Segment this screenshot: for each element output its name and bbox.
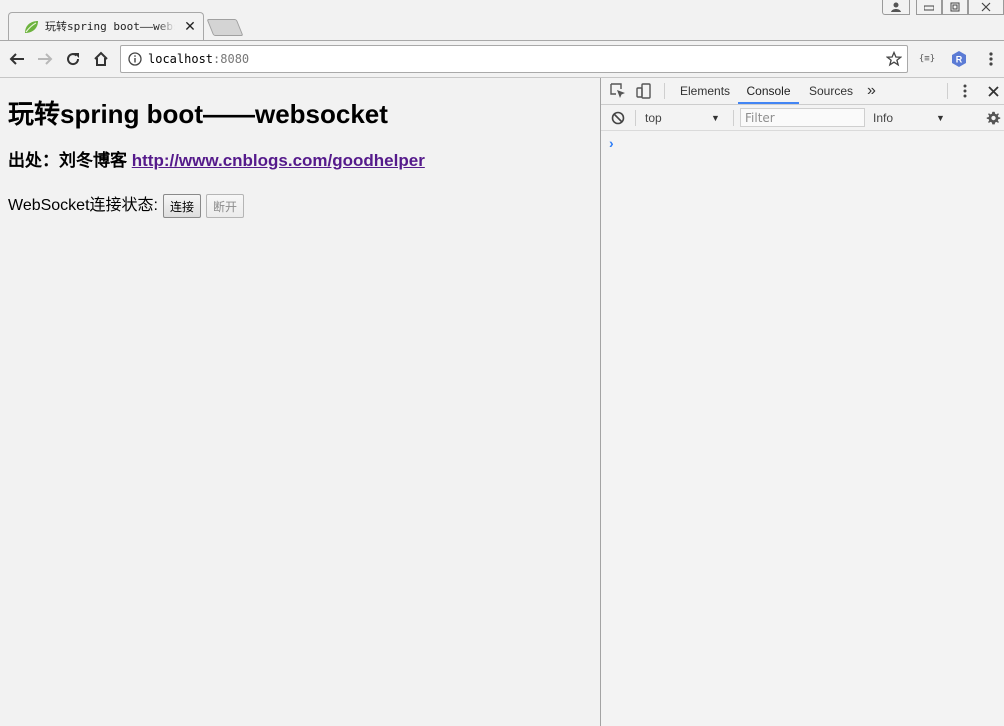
console-settings-gear-icon[interactable] <box>984 109 1002 127</box>
console-prompt-icon[interactable]: › <box>609 135 614 151</box>
browser-toolbar: localhost:8080 {≡} R <box>0 41 1004 77</box>
url-host: localhost <box>148 52 214 66</box>
back-arrow-icon[interactable] <box>7 49 27 69</box>
tab-console[interactable]: Console <box>738 78 799 104</box>
chevron-down-icon: ▼ <box>936 113 945 123</box>
more-vertical-icon[interactable] <box>981 49 1001 69</box>
page-title: 玩转spring boot——websocket <box>8 99 388 129</box>
devtools-separator <box>733 110 734 126</box>
chevron-down-icon: ▼ <box>711 113 720 123</box>
devtools-separator <box>947 83 948 99</box>
devtools-separator <box>635 110 636 126</box>
page-viewport: 玩转spring boot——websocket 出处：刘冬博客 http://… <box>0 78 600 726</box>
disconnect-button[interactable]: 断开 <box>206 194 245 218</box>
websocket-status-label: WebSocket连接状态: <box>8 197 158 214</box>
inspect-element-icon[interactable] <box>609 82 627 100</box>
close-icon[interactable] <box>968 0 1004 15</box>
r-extension-icon[interactable]: R <box>949 49 969 69</box>
reload-icon[interactable] <box>63 49 83 69</box>
json-formatter-icon[interactable]: {≡} <box>916 49 938 69</box>
devtools-panel: Elements Console Sources » top ▼ Info ▼ <box>600 78 1004 726</box>
url-text[interactable]: localhost:8080 <box>148 46 249 72</box>
context-select[interactable]: top ▼ <box>645 109 725 127</box>
spring-leaf-icon <box>25 21 38 33</box>
devtools-menu-icon[interactable] <box>956 82 974 100</box>
tab-elements[interactable]: Elements <box>680 78 730 104</box>
clear-console-icon[interactable] <box>609 109 627 127</box>
device-toolbar-icon[interactable] <box>635 82 653 100</box>
new-tab-button[interactable] <box>206 19 244 36</box>
log-level-select[interactable]: Info ▼ <box>873 109 951 127</box>
info-icon[interactable] <box>128 52 142 66</box>
websocket-status-row: WebSocket连接状态: 连接 断开 <box>8 193 245 219</box>
console-output[interactable]: › <box>601 131 1004 726</box>
url-port: :8080 <box>213 52 250 66</box>
forward-arrow-icon[interactable] <box>35 49 55 69</box>
bookmark-star-icon[interactable] <box>886 51 902 67</box>
source-label: 出处：刘冬博客 <box>8 151 132 170</box>
connect-button[interactable]: 连接 <box>162 194 201 218</box>
source-link[interactable]: http://www.cnblogs.com/goodhelper <box>132 151 425 170</box>
console-filter-input[interactable] <box>740 108 865 127</box>
devtools-tabbar: Elements Console Sources » <box>601 78 1004 105</box>
log-level-value: Info <box>873 111 894 125</box>
address-bar[interactable]: localhost:8080 <box>120 45 908 73</box>
devtools-separator <box>664 83 665 99</box>
minimize-icon[interactable] <box>916 0 942 15</box>
console-toolbar: top ▼ Info ▼ <box>601 105 1004 131</box>
tab-close-icon[interactable]: ✕ <box>183 18 197 34</box>
user-profile-icon[interactable] <box>882 0 910 15</box>
title-bar: 玩转spring boot——websocket ✕ <box>0 0 1004 41</box>
r-extension-label: R <box>956 55 963 65</box>
devtools-close-icon[interactable] <box>984 82 1002 100</box>
home-icon[interactable] <box>91 49 111 69</box>
maximize-icon[interactable] <box>942 0 968 15</box>
source-line: 出处：刘冬博客 http://www.cnblogs.com/goodhelpe… <box>8 150 425 172</box>
tab-title: 玩转spring boot——websocket <box>45 19 175 35</box>
more-tabs-icon[interactable]: » <box>867 78 876 104</box>
tab-sources[interactable]: Sources <box>809 78 853 104</box>
browser-tab[interactable]: 玩转spring boot——websocket ✕ <box>8 12 204 41</box>
context-select-value: top <box>645 111 662 125</box>
